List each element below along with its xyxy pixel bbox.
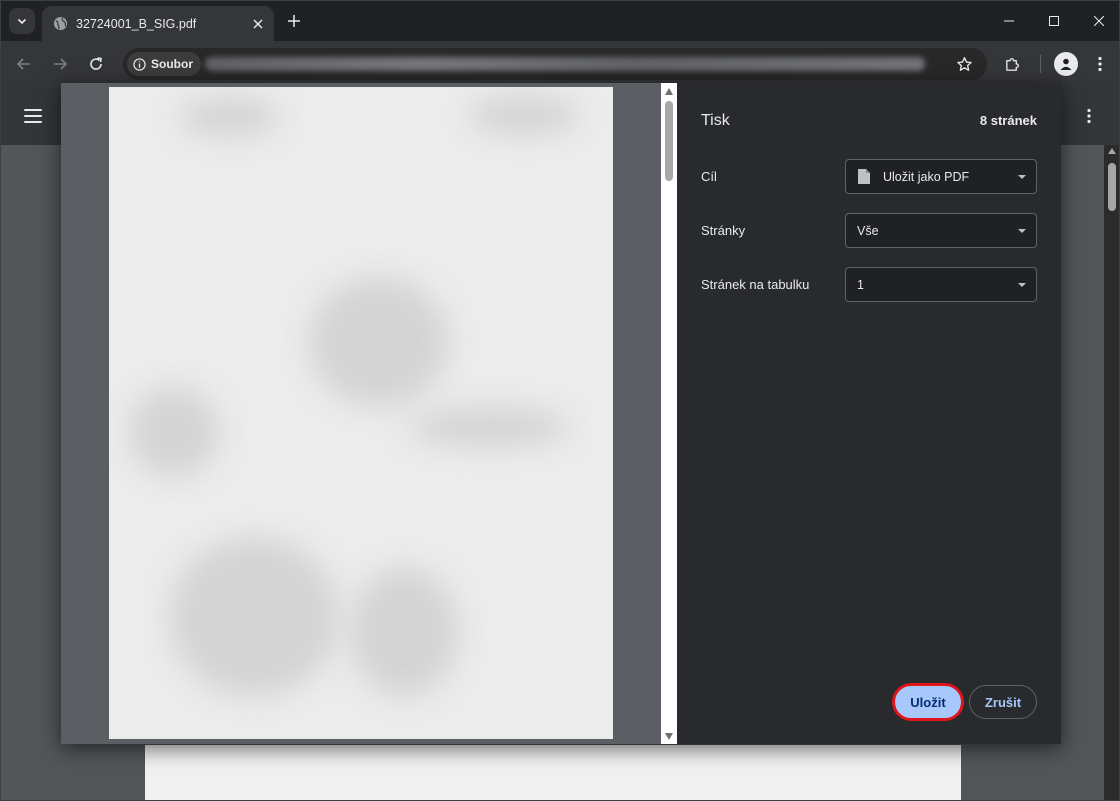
puzzle-icon (1005, 57, 1019, 71)
dropdown-caret-icon (1018, 174, 1026, 179)
scroll-up-arrow-icon[interactable] (665, 88, 673, 95)
pages-per-sheet-value: 1 (857, 277, 864, 292)
destination-select[interactable]: Uložit jako PDF (845, 159, 1037, 194)
preview-scrollbar[interactable] (661, 83, 677, 744)
address-bar[interactable]: Soubor (123, 48, 987, 80)
back-button[interactable] (12, 52, 36, 76)
url-text-redacted (205, 57, 925, 71)
dropdown-caret-icon (1018, 282, 1026, 287)
preview-scrollbar-thumb[interactable] (665, 101, 673, 181)
viewer-menu-icon[interactable] (1079, 106, 1099, 126)
browser-window: 32724001_B_SIG.pdf Soubor Tisk 8 stránek… (0, 0, 1120, 801)
chevron-down-icon (17, 18, 27, 25)
scroll-up-arrow-icon[interactable] (1108, 148, 1116, 154)
maximize-icon (1048, 16, 1059, 26)
cancel-button[interactable]: Zrušit (969, 685, 1037, 719)
pages-label: Stránky (701, 223, 746, 238)
pdf-page-background (145, 745, 961, 800)
destination-label: Cíl (701, 169, 717, 184)
minimize-icon (1003, 20, 1014, 22)
new-tab-button[interactable] (283, 10, 305, 32)
browser-menu-button[interactable] (1088, 52, 1112, 76)
browser-toolbar: Soubor (1, 41, 1119, 87)
tab-search-button[interactable] (9, 8, 35, 34)
forward-button[interactable] (48, 52, 72, 76)
scroll-down-arrow-icon[interactable] (665, 733, 673, 740)
print-dialog: Tisk 8 stránek Cíl Uložit jako PDF Strán… (61, 83, 1061, 744)
print-preview-page (109, 87, 613, 739)
minimize-button[interactable] (986, 1, 1031, 41)
pages-select[interactable]: Vše (845, 213, 1037, 248)
site-chip-label: Soubor (151, 57, 193, 71)
window-controls (986, 1, 1119, 41)
arrow-left-icon (16, 58, 30, 70)
person-icon (1060, 58, 1072, 70)
save-button[interactable]: Uložit (893, 684, 963, 720)
print-title: Tisk (701, 112, 730, 129)
close-tab-icon[interactable] (248, 14, 268, 34)
pages-per-sheet-label: Stránek na tabulku (701, 277, 810, 292)
hamburger-menu-icon[interactable] (23, 106, 43, 126)
tab-strip: 32724001_B_SIG.pdf (1, 1, 1119, 41)
tab-active[interactable]: 32724001_B_SIG.pdf (42, 6, 274, 41)
arrow-right-icon (54, 58, 68, 70)
toolbar-separator (1040, 55, 1041, 73)
bookmark-star-icon[interactable] (955, 55, 973, 73)
reload-button[interactable] (84, 52, 108, 76)
pages-value: Vše (857, 223, 879, 238)
extensions-button[interactable] (1000, 52, 1024, 76)
print-preview-area (61, 83, 661, 744)
globe-icon (52, 16, 68, 32)
kebab-menu-icon (1098, 56, 1102, 72)
reload-icon (90, 57, 102, 70)
close-window-button[interactable] (1076, 1, 1119, 41)
page-count: 8 stránek (979, 113, 1037, 128)
site-info-chip[interactable]: Soubor (127, 52, 201, 76)
close-icon (1093, 16, 1104, 26)
plus-icon (288, 15, 300, 27)
info-icon (133, 57, 146, 71)
viewer-scrollbar[interactable] (1104, 145, 1119, 800)
dropdown-caret-icon (1018, 228, 1026, 233)
tab-title: 32724001_B_SIG.pdf (76, 16, 197, 31)
scrollbar-thumb[interactable] (1108, 163, 1116, 211)
destination-value: Uložit jako PDF (883, 169, 970, 184)
profile-avatar[interactable] (1054, 52, 1078, 76)
pages-per-sheet-select[interactable]: 1 (845, 267, 1037, 302)
file-icon (857, 168, 871, 185)
maximize-button[interactable] (1031, 1, 1076, 41)
print-settings-panel: Tisk 8 stránek Cíl Uložit jako PDF Strán… (677, 83, 1061, 744)
